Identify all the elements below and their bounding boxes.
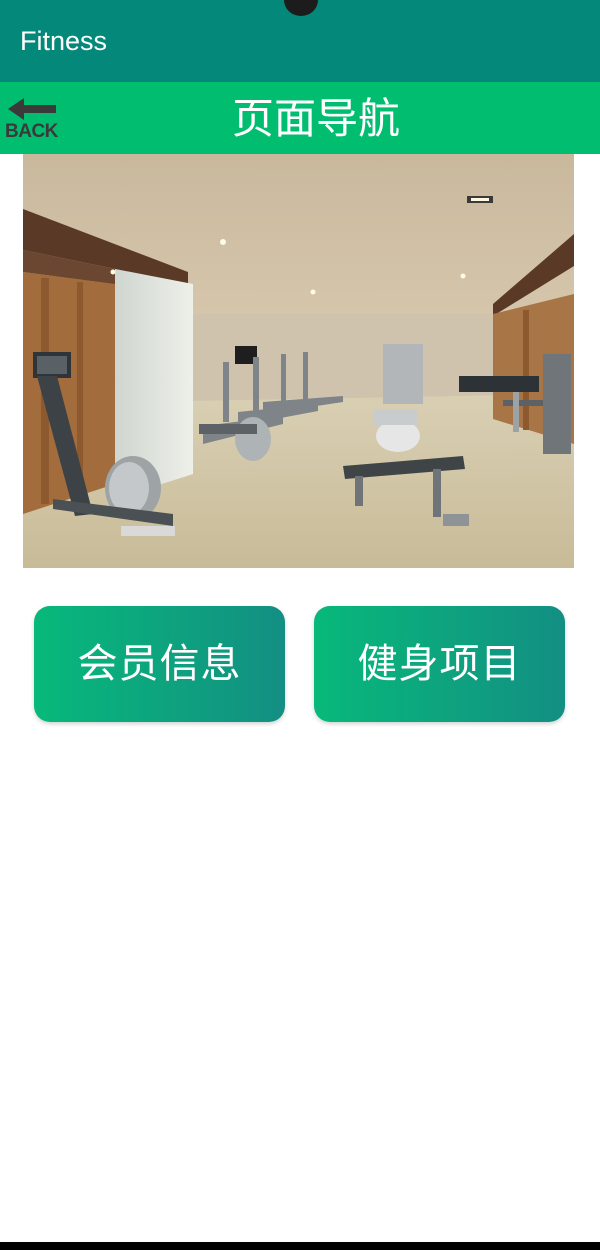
- system-nav-bar: [0, 1242, 600, 1250]
- page-title: 页面导航: [231, 94, 400, 143]
- app-bar: Fitness: [0, 0, 600, 82]
- fitness-projects-button[interactable]: 健身项目: [314, 606, 565, 722]
- app-title: Fitness: [20, 26, 108, 56]
- back-label: BACK: [5, 121, 58, 142]
- camera-notch: [284, 0, 318, 16]
- nav-bar: BACK 页面导航: [0, 82, 600, 154]
- gym-photo: [23, 154, 574, 568]
- back-button[interactable]: BACK: [4, 96, 60, 146]
- member-info-button[interactable]: 会员信息: [34, 606, 285, 722]
- arrow-left-icon: [8, 98, 56, 120]
